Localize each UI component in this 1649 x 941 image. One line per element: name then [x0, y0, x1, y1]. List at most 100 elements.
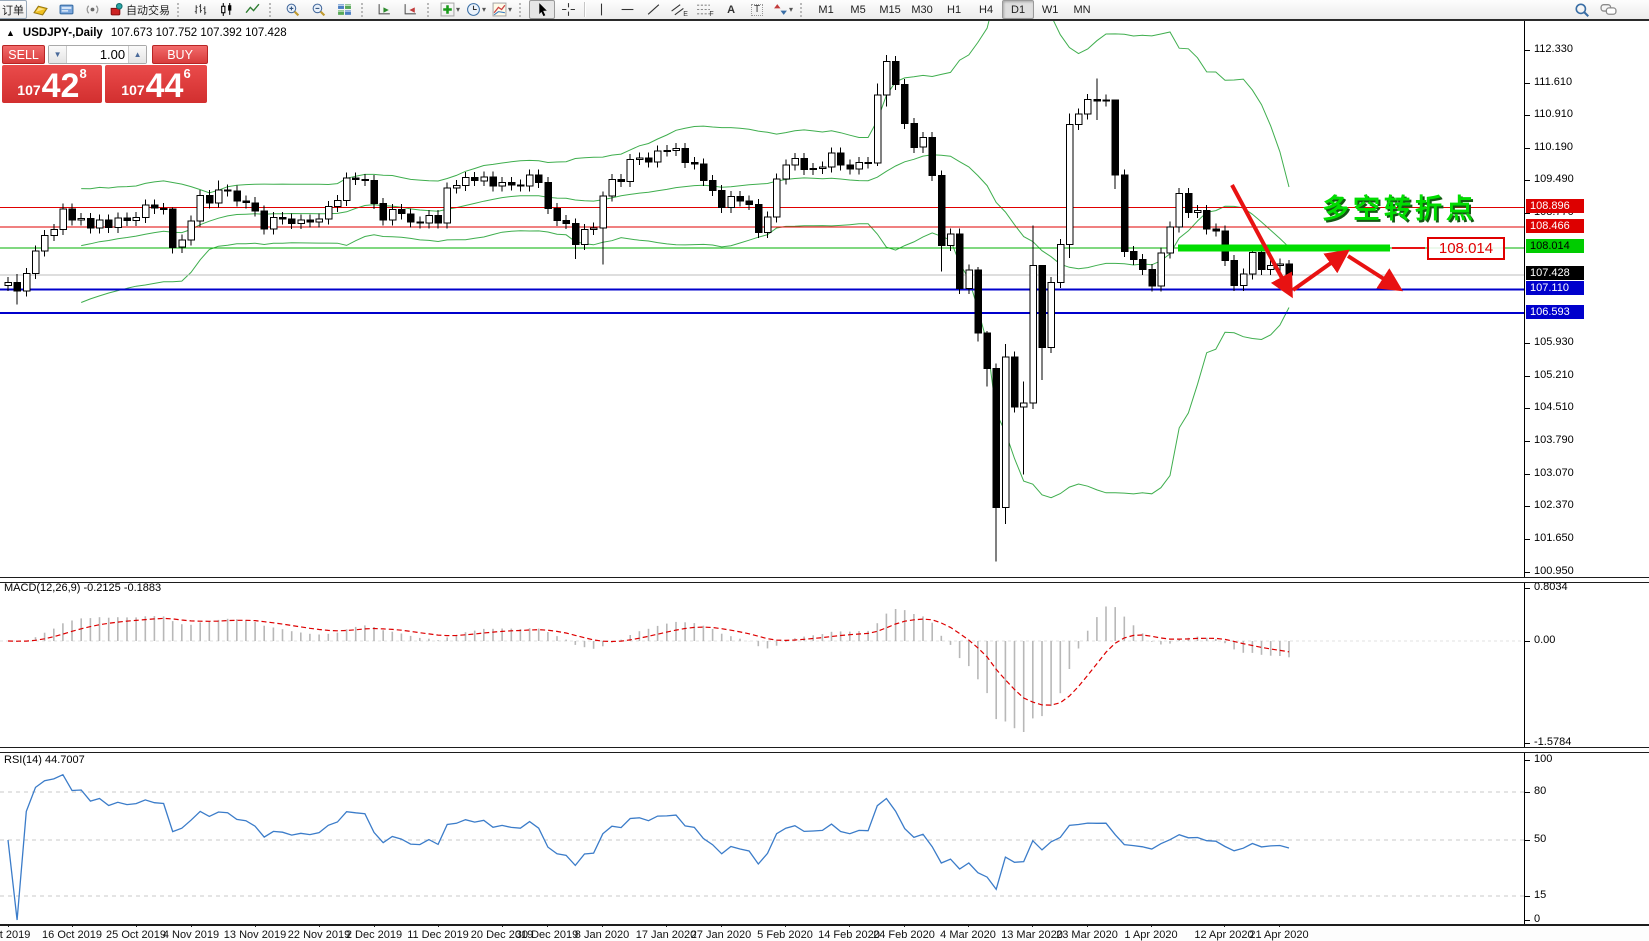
arrows-tool[interactable]: ▾ — [770, 0, 796, 19]
toolbar-grip[interactable] — [427, 3, 434, 17]
main-toolbar: 订单 自动交易 — [0, 0, 1649, 20]
text-icon: A — [727, 4, 735, 16]
horizontal-line-tool[interactable] — [614, 0, 640, 19]
date-tick: 12 Apr 2020 — [1194, 929, 1253, 941]
price-flag-108.896: 108.896 — [1526, 199, 1584, 213]
timeframe-mn[interactable]: MN — [1066, 0, 1098, 19]
vertical-line-tool[interactable] — [588, 0, 614, 19]
sell-button[interactable]: SELL — [2, 45, 45, 64]
new-order-button[interactable]: 订单 — [0, 0, 27, 19]
chart-symbol-title: USDJPY-,Daily — [23, 27, 103, 39]
text-tool[interactable]: A — [718, 0, 744, 19]
search-button[interactable] — [1569, 0, 1595, 19]
timeframe-m15[interactable]: M15 — [874, 0, 906, 19]
bar-chart-type-button[interactable] — [187, 0, 213, 19]
arrows-dropdown-icon[interactable]: ▾ — [789, 5, 793, 14]
fibonacci-tool[interactable]: F — [692, 0, 718, 19]
periods-dropdown-icon[interactable]: ▾ — [482, 5, 486, 14]
price-tick: 112.330 — [1534, 43, 1573, 55]
rsi-tick: 50 — [1534, 833, 1546, 845]
timeframe-m1[interactable]: M1 — [810, 0, 842, 19]
candle-chart-type-button[interactable] — [213, 0, 239, 19]
templates-dropdown-icon[interactable]: ▾ — [508, 5, 512, 14]
monitor-icon — [59, 2, 74, 17]
volume-value[interactable]: 1.00 — [67, 46, 128, 63]
price-flag-107.428: 107.428 — [1526, 266, 1584, 280]
price-tick: 104.510 — [1534, 401, 1574, 413]
volume-increase-button[interactable]: ▲ — [128, 46, 146, 63]
timeframe-m30[interactable]: M30 — [906, 0, 938, 19]
timeframe-h4[interactable]: H4 — [970, 0, 1002, 19]
toolbar-grip[interactable] — [361, 3, 368, 17]
date-tick: 27 Jan 2020 — [691, 929, 752, 941]
pane-separator[interactable] — [0, 747, 1649, 753]
time-axis-line — [0, 924, 1649, 926]
autotrading-button[interactable]: 自动交易 — [105, 0, 173, 19]
timeframe-h1[interactable]: H1 — [938, 0, 970, 19]
signal-icon-button[interactable] — [79, 0, 105, 19]
cursor-tool-button[interactable] — [529, 0, 555, 19]
volume-decrease-button[interactable]: ▼ — [49, 46, 67, 63]
bars-icon — [193, 2, 208, 17]
new-order-label: 订单 — [2, 2, 24, 18]
chat-icon — [1600, 2, 1617, 18]
price-tick: 109.490 — [1534, 173, 1574, 185]
tile-windows-icon — [337, 2, 352, 17]
chart-window: 112.330111.610110.910110.190109.490108.7… — [0, 19, 1649, 941]
timeframe-d1[interactable]: D1 — [1002, 0, 1034, 19]
line-chart-type-button[interactable] — [239, 0, 265, 19]
indicators-dropdown-icon[interactable]: ▾ — [456, 5, 460, 14]
indicators-button[interactable]: ▾ — [437, 0, 463, 19]
text-label-tool[interactable]: T — [744, 0, 770, 19]
turning-point-annotation[interactable]: 多空转折点 — [1322, 187, 1477, 226]
rsi-tick: 15 — [1534, 889, 1546, 901]
date-tick: 16 Oct 2019 — [42, 929, 102, 941]
one-click-toggle-icon[interactable]: ▲ — [6, 28, 15, 38]
toolbar-grip[interactable] — [177, 3, 184, 17]
terminal-window-icon[interactable] — [53, 0, 79, 19]
date-tick: 23 Mar 2020 — [1056, 929, 1118, 941]
date-tick: 25 Oct 2019 — [106, 929, 166, 941]
auto-scroll-button[interactable] — [371, 0, 397, 19]
date-tick: 21 Apr 2020 — [1249, 929, 1308, 941]
arrows-icon — [773, 2, 788, 17]
date-tick: 1 Apr 2020 — [1124, 929, 1177, 941]
price-annotation-box[interactable]: 108.014 — [1427, 237, 1505, 260]
periods-button[interactable]: ▾ — [463, 0, 489, 19]
zoom-in-button[interactable] — [279, 0, 305, 19]
date-tick: 2 Dec 2019 — [346, 929, 402, 941]
price-axis[interactable]: 112.330111.610110.910110.190109.490108.7… — [1524, 21, 1649, 941]
toolbar-grip[interactable] — [269, 3, 276, 17]
sell-price-display[interactable]: 107 42 8 — [2, 65, 102, 103]
price-tick: 110.910 — [1534, 108, 1573, 120]
macd-tick: 0.00 — [1534, 634, 1555, 646]
indicators-icon — [440, 2, 455, 17]
date-tick: 24 Feb 2020 — [873, 929, 935, 941]
crosshair-tool-button[interactable] — [555, 0, 581, 19]
channel-tool[interactable]: E — [666, 0, 692, 19]
pane-separator[interactable] — [0, 577, 1649, 583]
price-flag-106.593: 106.593 — [1526, 305, 1584, 319]
date-axis[interactable]: Oct 2019 16 Oct 2019 25 Oct 20194 Nov 2019… — [0, 926, 1649, 941]
buy-button[interactable]: BUY — [152, 45, 208, 64]
date-tick: Oct 2019 — [0, 929, 30, 941]
zoom-out-button[interactable] — [305, 0, 331, 19]
date-tick: 22 Nov 2019 — [288, 929, 350, 941]
date-tick: 4 Nov 2019 — [163, 929, 219, 941]
broadcast-icon — [85, 2, 100, 17]
mt4-terminal: 订单 自动交易 — [0, 0, 1649, 941]
buy-price-display[interactable]: 107 44 6 — [105, 65, 207, 103]
deposit-icon[interactable] — [27, 0, 53, 19]
chat-button[interactable] — [1595, 0, 1621, 19]
toolbar-grip[interactable] — [800, 3, 807, 17]
timeframe-m5[interactable]: M5 — [842, 0, 874, 19]
tile-windows-button[interactable] — [331, 0, 357, 19]
chart-shift-button[interactable] — [397, 0, 423, 19]
rsi-canvas[interactable] — [0, 21, 1524, 924]
volume-stepper: ▼ 1.00 ▲ — [48, 45, 147, 64]
templates-button[interactable]: ▾ — [489, 0, 515, 19]
search-icon — [1574, 2, 1590, 18]
timeframe-w1[interactable]: W1 — [1034, 0, 1066, 19]
trendline-tool[interactable] — [640, 0, 666, 19]
toolbar-grip[interactable] — [519, 3, 526, 17]
